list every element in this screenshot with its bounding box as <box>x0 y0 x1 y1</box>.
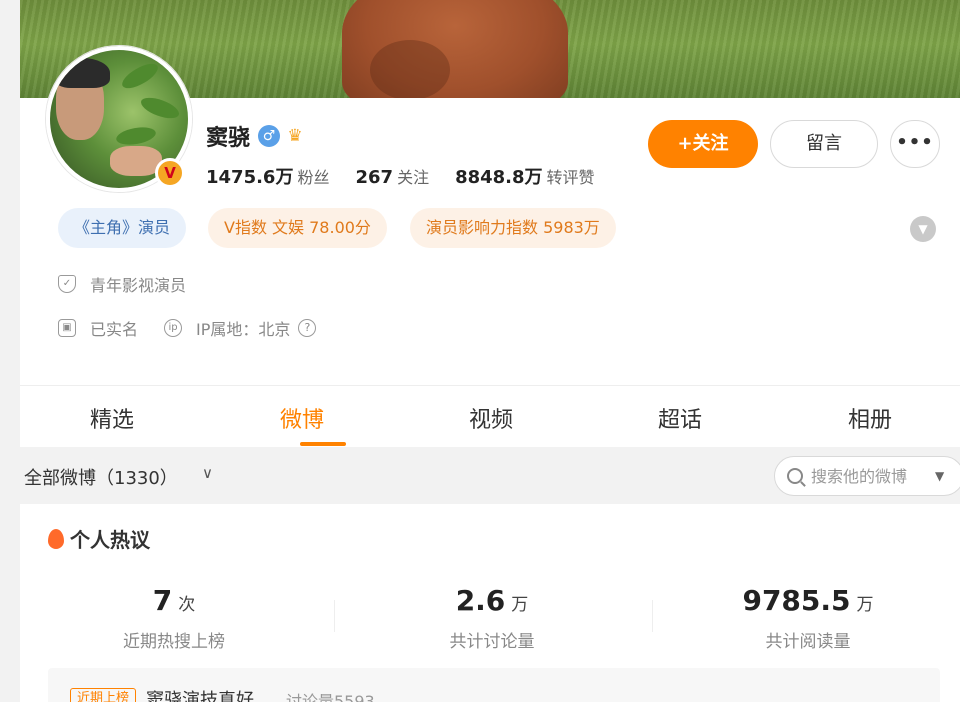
stat-number: 1475.6万 <box>206 167 294 188</box>
hot-stat-discussion: 2.6 万 共计讨论量 <box>342 584 642 652</box>
hot-stat-value: 7 <box>152 584 173 617</box>
avatar-leaf <box>114 124 158 148</box>
verified-v-icon: V <box>155 158 185 188</box>
filter-bar: 全部微博（1330） ∨ ▼ <box>0 448 960 504</box>
profile-page: V 窦骁 ♂ ♛ 1475.6万 粉丝 267 关注 8848.8万 转评赞 +… <box>0 0 960 702</box>
hot-stat-value: 2.6 <box>455 584 506 617</box>
stat-number: 8848.8万 <box>455 167 543 188</box>
tab-video[interactable]: 视频 <box>469 402 513 434</box>
info-verification: ▣ 已实名 ip IP属地：北京 ? <box>58 316 317 340</box>
active-tab-indicator <box>300 442 346 446</box>
tab-featured[interactable]: 精选 <box>90 402 134 434</box>
shield-icon: ✓ <box>58 275 76 293</box>
message-button[interactable]: 留言 <box>770 120 878 168</box>
avatar-hair <box>54 58 110 88</box>
search-weibo-field[interactable]: ▼ <box>774 456 960 496</box>
caret-down-icon[interactable]: ▼ <box>935 469 944 483</box>
avatar-leaf <box>138 93 182 123</box>
hot-title-text: 个人热议 <box>70 528 150 552</box>
info-description: ✓ 青年影视演员 <box>58 272 186 296</box>
expand-chevron-icon[interactable]: ▼ <box>910 216 936 242</box>
rank-badge: 近期上榜 <box>70 688 137 702</box>
stat-label: 转评赞 <box>546 168 595 187</box>
stat-number: 267 <box>355 167 394 188</box>
rank-topic[interactable]: 窦骁演技真好 <box>146 686 254 702</box>
divider <box>652 600 653 632</box>
tab-album[interactable]: 相册 <box>848 402 892 434</box>
hot-stat-unit: 万 <box>856 595 874 615</box>
hot-stat-reads: 9785.5 万 共计阅读量 <box>658 584 958 652</box>
tag-v-index[interactable]: V指数 文娱 78.00分 <box>208 208 387 248</box>
divider <box>334 600 335 632</box>
name-row: 窦骁 ♂ ♛ <box>206 122 306 151</box>
rank-discussion-count: 讨论量5593 <box>286 692 375 702</box>
tab-supertopic[interactable]: 超话 <box>658 402 702 434</box>
flame-icon <box>48 528 64 549</box>
hot-stat-value: 9785.5 <box>742 584 851 617</box>
hot-stat-caption: 近期热搜上榜 <box>123 632 225 652</box>
tag-role[interactable]: 《主角》演员 <box>58 208 187 248</box>
crown-icon: ♛ <box>287 126 303 146</box>
hot-rank-item[interactable]: 近期上榜 窦骁演技真好 讨论量5593 <box>48 668 940 702</box>
hot-stat-caption: 共计讨论量 <box>449 632 535 652</box>
avatar-leaf <box>118 59 162 93</box>
tag-influence-index[interactable]: 演员影响力指数 5983万 <box>410 208 616 248</box>
hot-stat-trending: 7次 近期热搜上榜 <box>24 584 324 652</box>
profile-tabs: 精选 微博 视频 超话 相册 <box>20 385 960 447</box>
cover-dog-shadow <box>370 40 450 98</box>
hot-stat-unit: 次 <box>178 595 196 615</box>
verified-text: 已实名 <box>90 320 139 339</box>
page-margin <box>0 0 20 448</box>
description-text: 青年影视演员 <box>90 276 187 295</box>
profile-name: 窦骁 <box>206 126 251 151</box>
hot-discussion-card: 个人热议 7次 近期热搜上榜 2.6 万 共计讨论量 9785.5 万 共计阅读量 … <box>20 504 960 702</box>
hot-title: 个人热议 <box>48 524 150 553</box>
filter-dropdown[interactable]: 全部微博（1330） <box>24 464 178 490</box>
follow-button[interactable]: +关注 <box>648 120 758 168</box>
profile-stats: 1475.6万 粉丝 267 关注 8848.8万 转评赞 <box>206 163 621 189</box>
hot-stat-unit: 万 <box>511 595 529 615</box>
ip-location-text: IP属地：北京 <box>196 320 291 339</box>
help-question-icon[interactable]: ? <box>298 319 317 337</box>
search-input[interactable] <box>811 466 931 486</box>
more-options-button[interactable]: ••• <box>890 120 940 168</box>
ip-icon: ip <box>164 319 183 337</box>
tab-weibo[interactable]: 微博 <box>280 402 324 434</box>
stat-label: 关注 <box>397 168 430 187</box>
chevron-down-icon[interactable]: ∨ <box>202 464 213 482</box>
search-icon <box>787 468 803 484</box>
hot-stat-caption: 共计阅读量 <box>765 632 851 652</box>
male-icon: ♂ <box>258 125 281 147</box>
stat-following[interactable]: 267 关注 <box>355 164 429 188</box>
stat-label: 粉丝 <box>297 168 330 187</box>
id-card-icon: ▣ <box>58 319 76 337</box>
stat-interactions: 8848.8万 转评赞 <box>455 163 594 189</box>
stat-fans[interactable]: 1475.6万 粉丝 <box>206 163 329 189</box>
